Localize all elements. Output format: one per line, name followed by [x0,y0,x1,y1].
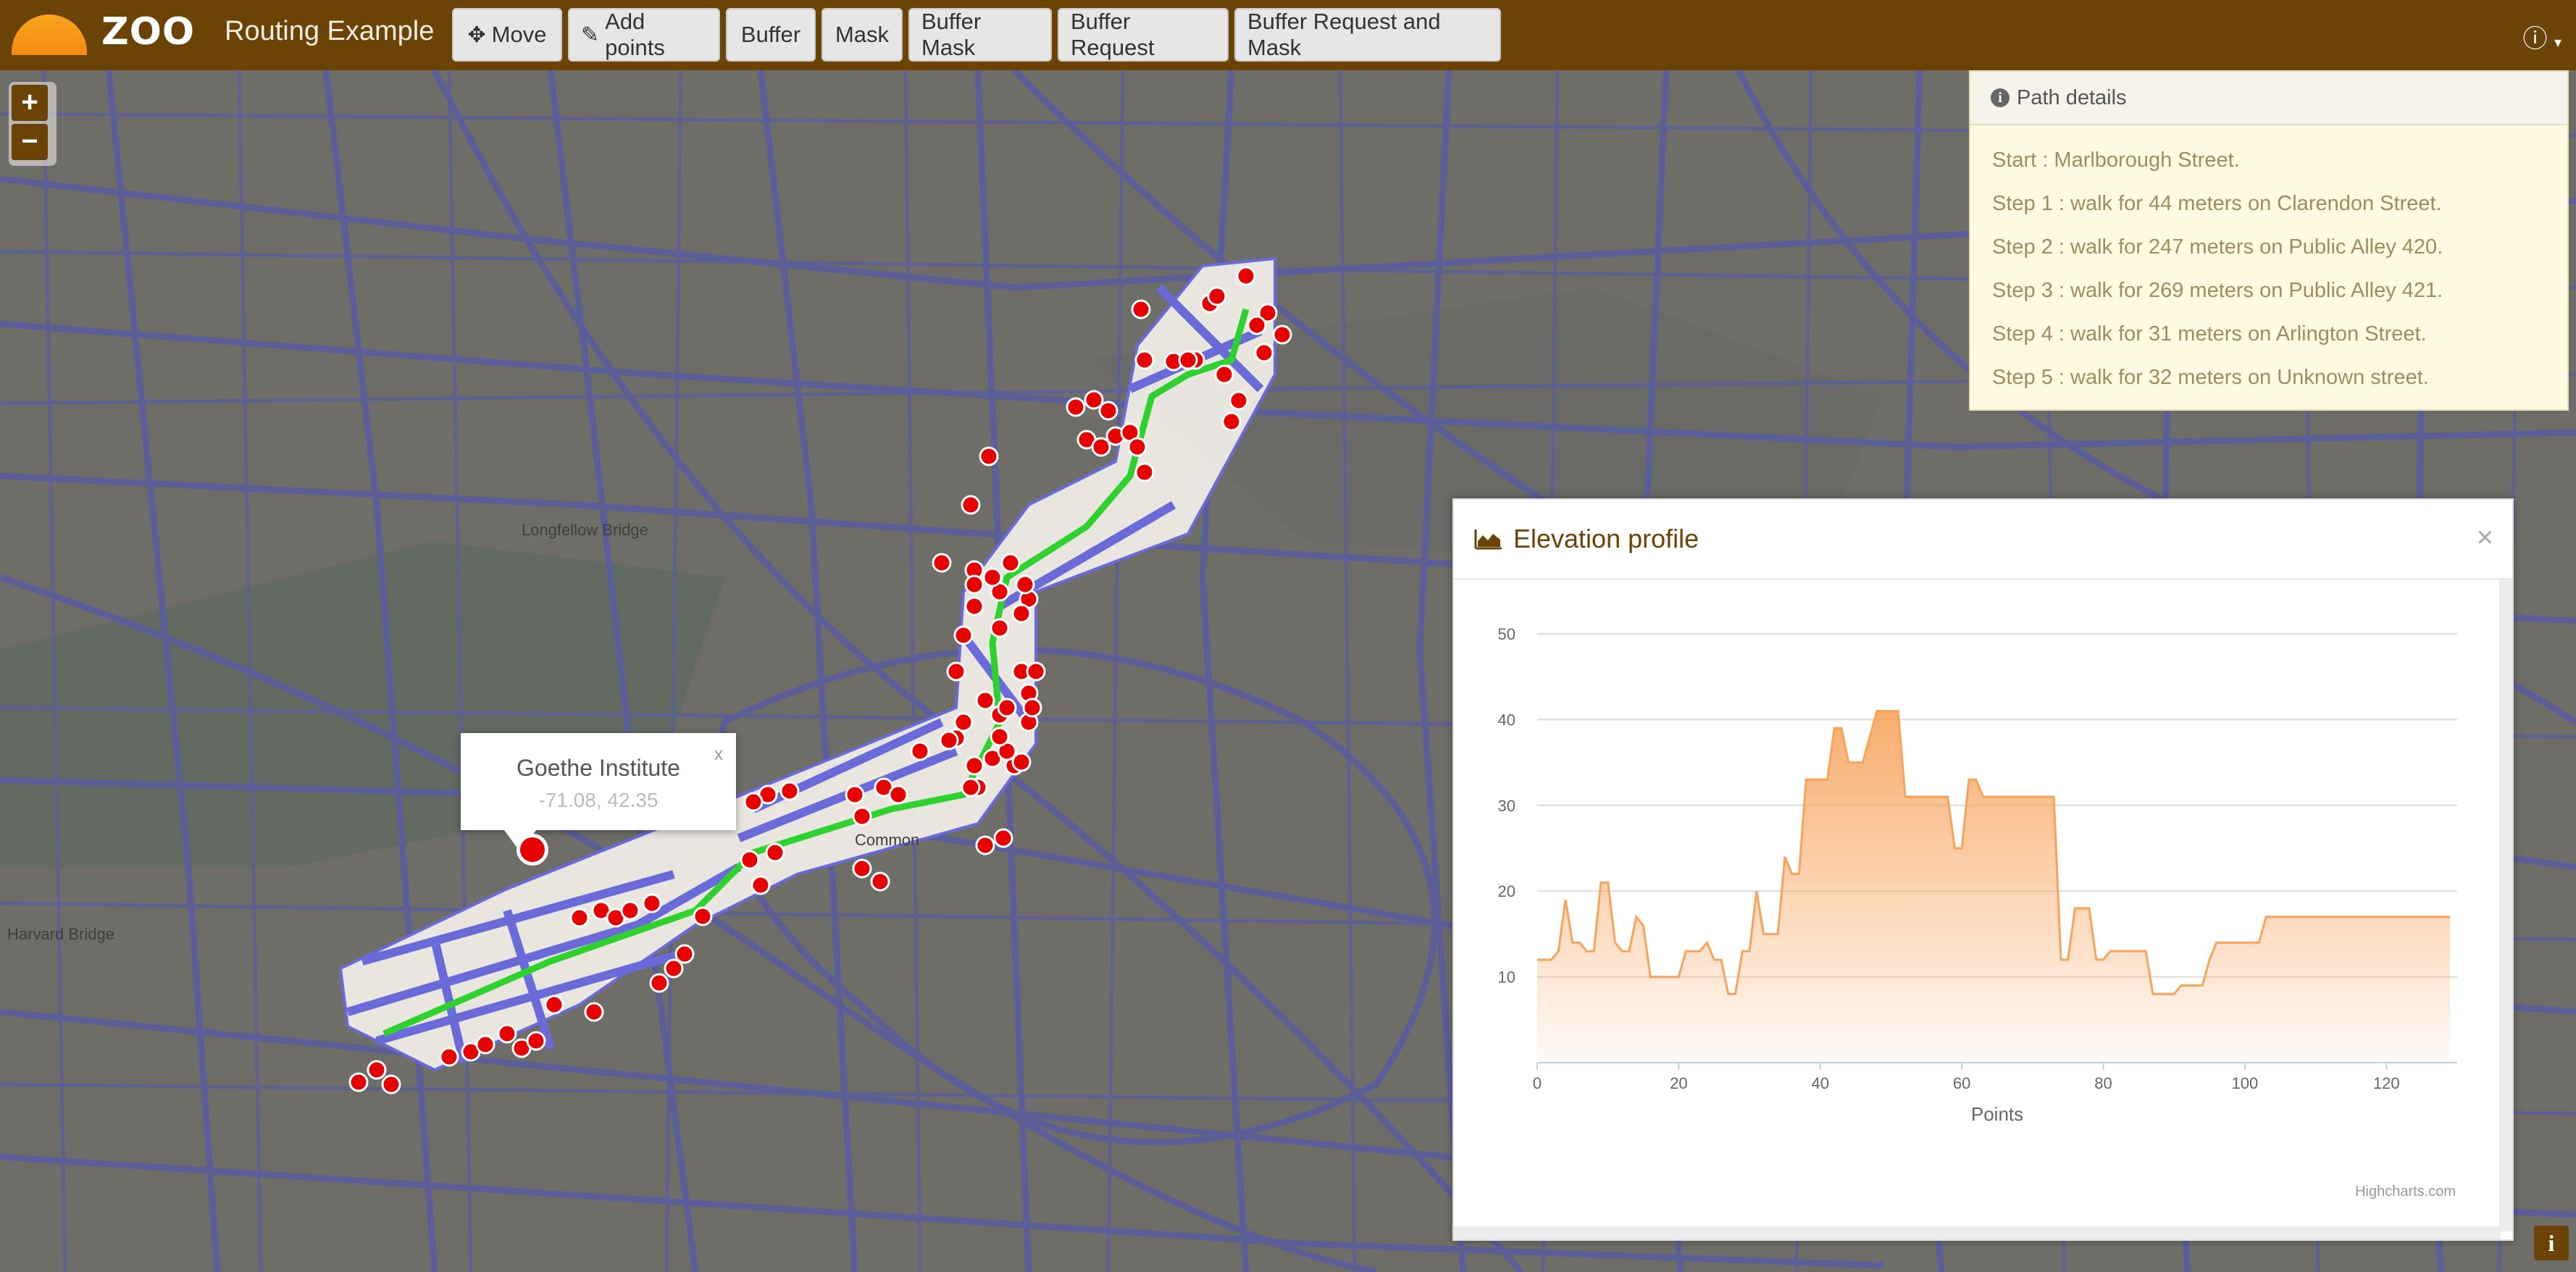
x-tick-label: 120 [2373,1074,2400,1092]
zoo-logo-icon [12,14,87,55]
mask-button-label: Mask [835,22,890,47]
brand-name: ZOO [101,10,196,54]
zoom-out-button[interactable]: − [12,124,48,160]
path-step: Step 2 : walk for 247 meters on Public A… [1992,235,2443,259]
path-details-panel: i Path details Start : Marlborough Stree… [1969,70,2569,411]
highcharts-credit[interactable]: Highcharts.com [2355,1184,2456,1200]
path-step: Step 1 : walk for 44 meters on Clarendon… [1992,192,2442,215]
path-details-header: i Path details [1970,72,2567,125]
path-step: Step 4 : walk for 31 meters on Arlington… [1992,322,2427,346]
popup-place-name: Goethe Institute [517,755,680,781]
mask-button[interactable]: Mask [821,8,903,62]
buffer-request-and-mask-button[interactable]: Buffer Request and Mask [1234,8,1501,62]
info-menu-toggle[interactable]: ⓘ ▾ [2523,19,2562,54]
buffer-mask-button[interactable]: Buffer Mask [908,8,1052,62]
path-step: Step 5 : walk for 32 meters on Unknown s… [1992,366,2429,389]
zoom-in-button[interactable]: + [12,85,48,121]
info-circle-icon: i [1991,88,2010,107]
elevation-chart: 10 20 30 40 50 0 20 40 60 80 100 120 Points [1498,625,2457,1125]
map-label-longfellow: Longfellow Bridge [522,521,648,539]
location-marker-icon[interactable] [517,834,548,866]
buffer-request-button[interactable]: Buffer Request [1058,8,1229,62]
y-tick-label: 50 [1498,625,1515,643]
location-popup: x Goethe Institute -71.08, 42.35 [461,733,736,852]
info-icon: ⓘ [2522,25,2548,53]
x-tick-label: 60 [1953,1074,1970,1092]
map-label-common: Common [855,831,919,849]
elevation-profile-title: Elevation profile [1513,524,1699,553]
vertical-scrollbar[interactable] [2499,579,2512,1231]
caret-down-icon: ▾ [2554,35,2562,51]
x-tick-label: 0 [1533,1074,1542,1092]
move-button[interactable]: ✥ Move [452,8,562,62]
close-icon[interactable]: × [2477,522,2493,554]
buffer-button[interactable]: Buffer [726,8,816,62]
add-points-button-label: Add points [605,9,665,60]
path-step: Start : Marlborough Street. [1992,148,2240,172]
series-area [1537,711,2451,1063]
map-info-button[interactable]: i [2534,1226,2569,1260]
move-button-label: Move [491,22,547,47]
map-label-harvard: Harvard Bridge [7,925,114,943]
zoom-control: + − [9,82,57,166]
buffer-request-button-label: Buffer Request [1071,9,1155,60]
elevation-profile-header: Elevation profile [1454,500,2512,579]
y-tick-label: 20 [1498,882,1515,900]
app-title: Routing Example [225,16,435,46]
path-details-title: Path details [2017,85,2127,109]
y-tick-label: 10 [1498,968,1515,987]
buffer-request-and-mask-button-label: Buffer Request and Mask [1247,9,1441,60]
x-tick-label: 40 [1812,1074,1829,1092]
path-step: Step 3 : walk for 269 meters on Public A… [1992,279,2443,302]
popup-close-button[interactable]: x [714,745,723,765]
move-icon: ✥ [467,22,486,47]
path-details-list: Start : Marlborough Street. Step 1 : wal… [1970,125,2567,412]
x-tick-label: 80 [2094,1074,2112,1092]
horizontal-scrollbar[interactable] [1454,1226,2501,1239]
x-tick-label: 100 [2232,1074,2259,1092]
add-points-button[interactable]: ✎ Add points [568,8,720,62]
elevation-profile-window: Elevation profile × 10 20 30 40 50 0 20 40 60 80 1… [1452,498,2514,1241]
y-tick-label: 30 [1498,797,1515,815]
buffer-button-label: Buffer [740,22,801,47]
buffer-mask-button-label: Buffer Mask [921,9,982,60]
x-axis-title: Points [1971,1103,2023,1125]
map-label-longfellow-text: Longfellow Bridge [522,521,648,539]
y-tick-label: 40 [1498,711,1515,729]
popup-coordinates: -71.08, 42.35 [538,789,658,811]
pencil-icon: ✎ [581,22,600,47]
x-tick-label: 20 [1670,1074,1687,1092]
top-navbar: ZOO Routing Example ✥ Move ✎ Add points … [0,0,2576,70]
area-chart-icon [1474,530,1502,550]
